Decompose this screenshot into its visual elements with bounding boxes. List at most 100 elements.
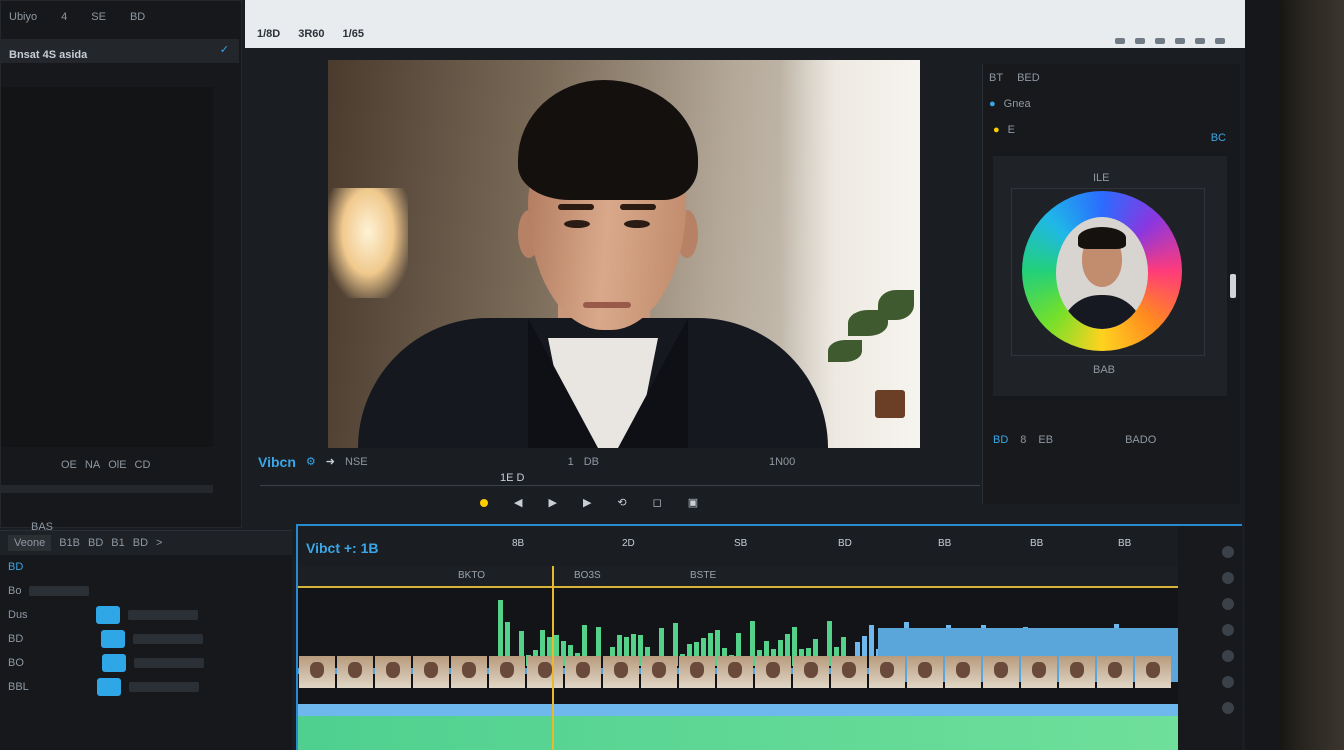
source-tab[interactable]: BD <box>130 11 145 23</box>
window-control-icon[interactable] <box>1195 38 1205 44</box>
project-tab[interactable]: B1B <box>59 537 80 549</box>
project-row[interactable]: Bo <box>0 579 292 603</box>
project-row[interactable]: BD <box>0 555 292 579</box>
window-control-icon[interactable] <box>1175 38 1185 44</box>
lumetri-tool[interactable]: E <box>1008 124 1015 136</box>
audio-clip-bar <box>298 704 1178 716</box>
lumetri-bottom-label[interactable]: BD <box>993 434 1008 446</box>
project-panel: Veone B1B BD B1 BD > BD Bo Dus BD BO BBL <box>0 530 292 750</box>
bin-header: Bnsat 4S asida ✓ <box>1 39 239 63</box>
lumetri-scrollbar[interactable] <box>1230 274 1236 298</box>
lumetri-bottom-label[interactable]: BADO <box>1125 434 1156 446</box>
lumetri-subheader: ● Gnea <box>989 98 1031 110</box>
source-footer-label[interactable]: CD <box>135 459 151 471</box>
lumetri-tab[interactable]: BT <box>989 72 1003 84</box>
loop-icon[interactable]: ⟲ <box>617 496 626 509</box>
window-control-icon[interactable] <box>1215 38 1225 44</box>
track-toggle-icon[interactable] <box>1222 702 1234 714</box>
clip-icon <box>101 654 126 672</box>
source-footer-label[interactable]: OlE <box>108 459 126 471</box>
project-row[interactable]: Dus <box>0 603 292 627</box>
monitor-timecode: 1E D <box>500 472 525 484</box>
monitor-label[interactable]: DB <box>584 456 599 468</box>
lumetri-bottom-label[interactable]: 8 <box>1020 434 1026 446</box>
clip-thumbnail <box>1097 656 1133 688</box>
project-tab[interactable]: B1 <box>111 537 124 549</box>
source-tab[interactable]: 4 <box>61 11 67 23</box>
timeline-tick-label: BSTE <box>690 570 717 581</box>
project-row[interactable]: BO <box>0 651 292 675</box>
source-viewer <box>1 87 213 447</box>
source-footer-label[interactable]: OE <box>61 459 77 471</box>
timeline-panel: Vibct +: 1B 8B 2D SB BD BB BB BB BKTO BO… <box>296 524 1242 750</box>
lumetri-bottom-label[interactable]: EB <box>1038 434 1053 446</box>
check-icon[interactable]: ✓ <box>220 45 229 56</box>
play-icon[interactable]: ▶ <box>548 496 556 509</box>
clip-thumbnail <box>337 656 373 688</box>
lumetri-tools: ● E <box>993 124 1015 136</box>
project-tab[interactable]: Veone <box>8 535 52 551</box>
clip-thumbnail <box>451 656 487 688</box>
clip-thumbnail <box>907 656 943 688</box>
source-panel: Ubiyo 4 SE BD Bnsat 4S asida ✓ OE NA OlE… <box>0 0 242 533</box>
color-wheel-preview <box>1011 188 1205 356</box>
timeline-ruler-label: 2D <box>622 538 635 549</box>
lumetri-tool[interactable]: BC <box>1211 132 1226 144</box>
track-toggle-icon[interactable] <box>1222 546 1234 558</box>
project-row[interactable]: BBL <box>0 675 292 699</box>
program-monitor-title: Vibcn <box>258 454 296 470</box>
project-tab[interactable]: BD <box>133 537 148 549</box>
insert-icon[interactable]: ▣ <box>688 496 698 509</box>
project-tab[interactable]: > <box>156 537 162 549</box>
timeline-ruler-label: BB <box>938 538 952 549</box>
lumetri-tabs: BT BED <box>989 72 1040 84</box>
monitor-label[interactable]: 1 <box>568 456 574 468</box>
source-tab[interactable]: Ubiyo <box>9 11 37 23</box>
clip-thumbnail <box>641 656 677 688</box>
step-forward-icon[interactable]: ▶ <box>583 496 591 509</box>
clip-thumbnail <box>489 656 525 688</box>
top-tab[interactable]: 3R60 <box>298 28 324 40</box>
export-frame-icon[interactable]: ◻ <box>653 496 662 509</box>
top-tab[interactable]: 1/8D <box>257 28 280 40</box>
preview-bottom-label: BAB <box>1093 364 1116 376</box>
source-footer-label[interactable]: NA <box>85 459 100 471</box>
window-control-icon[interactable] <box>1155 38 1165 44</box>
timeline-ruler-label: BB <box>1118 538 1132 549</box>
track-toggle-icon[interactable] <box>1222 676 1234 688</box>
clip-icon <box>96 678 121 696</box>
source-tab[interactable]: SE <box>91 11 106 23</box>
timeline-ruler-label: BD <box>838 538 852 549</box>
project-row[interactable]: BD <box>0 627 292 651</box>
info-icon[interactable]: ● <box>989 98 996 110</box>
program-monitor-viewer <box>328 60 920 448</box>
track-toggle-icon[interactable] <box>1222 624 1234 636</box>
project-tab[interactable]: BD <box>88 537 103 549</box>
lumetri-tab[interactable]: BED <box>1017 72 1040 84</box>
clip-thumbnail <box>755 656 791 688</box>
source-footer: OE NA OlE CD <box>61 459 150 471</box>
clip-thumbnail <box>869 656 905 688</box>
track-toggle-icon[interactable] <box>1222 650 1234 662</box>
color-dot-icon[interactable]: ● <box>993 124 1000 136</box>
clip-thumbnail <box>679 656 715 688</box>
window-control-icon[interactable] <box>1115 38 1125 44</box>
settings-icon[interactable]: ⚙ <box>306 456 316 468</box>
add-marker-icon[interactable]: ➜ <box>326 456 335 468</box>
color-wheel[interactable] <box>1022 191 1182 351</box>
track-toggle-icon[interactable] <box>1222 598 1234 610</box>
track-toggle-icon[interactable] <box>1222 572 1234 584</box>
playhead[interactable] <box>552 566 554 750</box>
top-tab[interactable]: 1/65 <box>343 28 364 40</box>
monitor-label[interactable]: 1N00 <box>769 456 795 468</box>
monitor-scrubber[interactable] <box>260 478 980 486</box>
record-icon[interactable] <box>480 499 488 507</box>
window-control-icon[interactable] <box>1135 38 1145 44</box>
audio-clip-green[interactable] <box>298 716 1178 750</box>
timeline-tick-label: BO3S <box>574 570 601 581</box>
monitor-label[interactable]: NSE <box>345 456 368 468</box>
timeline-ruler[interactable]: BKTO BO3S BSTE <box>298 566 1178 588</box>
source-scrollbar[interactable] <box>1 485 213 493</box>
lumetri-panel: BT BED ● Gnea ● E BC ILE BAB BD 8 EB BAD… <box>982 64 1240 504</box>
step-back-icon[interactable]: ◀ <box>514 496 522 509</box>
